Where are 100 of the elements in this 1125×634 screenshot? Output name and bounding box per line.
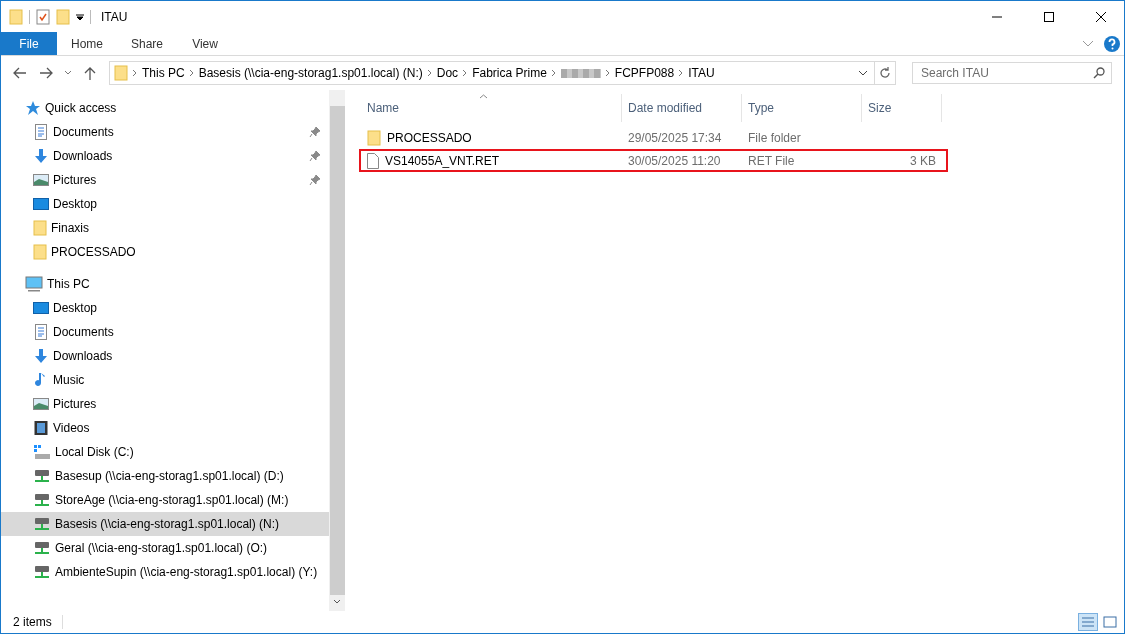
square-icon — [1103, 616, 1117, 628]
large-icons-view-button[interactable] — [1100, 613, 1120, 631]
sort-ascending-icon — [479, 94, 488, 99]
column-header[interactable]: Name — [361, 94, 622, 122]
nav-group-label[interactable]: This PC — [47, 277, 329, 291]
search-box[interactable]: Search ITAU — [912, 62, 1112, 84]
refresh-icon[interactable] — [879, 67, 891, 79]
pin-icon[interactable] — [309, 126, 321, 138]
window-title: ITAU — [101, 9, 129, 24]
properties-icon[interactable] — [36, 8, 50, 25]
file-row[interactable]: PROCESSADO 29/05/2025 17:34 File folder — [359, 126, 948, 149]
column-header[interactable]: Size — [862, 94, 942, 122]
monitor-icon — [25, 276, 43, 292]
breadcrumb-item[interactable]: ITAU — [684, 66, 719, 80]
breadcrumb-item[interactable]: Fabrica Prime — [468, 66, 551, 80]
ribbon-tab[interactable]: View — [177, 32, 234, 55]
nav-group-label[interactable]: Quick access — [45, 101, 329, 115]
folder-icon — [33, 244, 47, 260]
network-drive-icon — [33, 492, 51, 508]
close-icon — [1096, 11, 1106, 22]
chevron-icon — [678, 69, 685, 77]
maximize-icon — [1044, 11, 1054, 22]
chevron-icon — [426, 69, 433, 77]
nav-item[interactable]: Desktop — [1, 192, 329, 216]
network-drive-icon — [33, 540, 51, 556]
expand-ribbon-icon[interactable] — [1082, 39, 1094, 48]
column-header[interactable]: Date modified — [622, 94, 742, 122]
breadcrumb-item[interactable]: Basesis (\\cia-eng-storag1.sp01.local) (N:) — [194, 66, 427, 80]
date-modified: 30/05/2025 11:20 — [627, 153, 722, 168]
folder-icon — [56, 8, 70, 25]
nav-item[interactable]: Local Disk (C:) — [1, 440, 329, 464]
desktop-icon — [33, 300, 49, 316]
chevron-icon — [188, 69, 195, 77]
date-modified: 29/05/2025 17:34 — [627, 130, 723, 145]
pin-icon[interactable] — [309, 150, 321, 162]
nav-item[interactable]: Pictures — [1, 392, 329, 416]
nav-item[interactable]: Downloads — [1, 144, 329, 168]
down-arrow-icon — [33, 148, 49, 164]
folder-icon — [33, 220, 47, 236]
nav-item[interactable]: AmbienteSupin (\\cia-eng-storag1.sp01.local) (Y:) — [1, 560, 329, 584]
down-arrow-icon — [33, 348, 49, 364]
folder-icon — [9, 8, 23, 25]
search-icon[interactable] — [1093, 67, 1105, 79]
scrollbar[interactable] — [329, 90, 345, 611]
nav-item[interactable]: Geral (\\cia-eng-storag1.sp01.local) (O:) — [1, 536, 329, 560]
nav-item[interactable]: Music — [1, 368, 329, 392]
item-count: 2 items — [13, 615, 63, 629]
folder-icon — [114, 65, 128, 81]
picture-icon — [33, 396, 49, 412]
caret-icon — [64, 70, 72, 76]
file-size: 3 KB — [909, 153, 937, 168]
network-drive-icon — [33, 516, 51, 532]
file-name: PROCESSADO — [361, 129, 622, 146]
file-name: VS14055A_VNT.RET — [361, 152, 622, 169]
redacted-block — [560, 68, 601, 78]
nav-item[interactable]: Basesis (\\cia-eng-storag1.sp01.local) (N:) — [1, 512, 329, 536]
nav-item[interactable]: Documents — [1, 320, 329, 344]
chevron-icon — [462, 69, 469, 77]
breadcrumb-item[interactable]: This PC — [138, 66, 189, 80]
nav-item[interactable]: Basesup (\\cia-eng-storag1.sp01.local) (D:) — [1, 464, 329, 488]
chevron-icon — [132, 69, 138, 77]
drive-icon — [33, 444, 51, 460]
chevron-icon — [604, 69, 611, 77]
dropdown-icon[interactable] — [76, 12, 84, 21]
scroll-down-icon[interactable] — [333, 599, 341, 605]
file-type: File folder — [747, 130, 802, 145]
ribbon-tab[interactable]: File — [1, 32, 57, 55]
nav-item[interactable]: Desktop — [1, 296, 329, 320]
nav-item[interactable]: Downloads — [1, 344, 329, 368]
up-arrow-icon — [83, 66, 97, 80]
document-icon — [33, 124, 49, 140]
breadcrumb-item[interactable]: FCPFP088 — [610, 66, 679, 80]
file-type: RET File — [747, 153, 796, 168]
pin-icon[interactable] — [309, 174, 321, 186]
document-icon — [33, 324, 49, 340]
nav-item[interactable]: Videos — [1, 416, 329, 440]
ribbon-tab[interactable]: Home — [57, 32, 117, 55]
help-icon[interactable] — [1104, 35, 1120, 52]
dropdown-icon[interactable] — [858, 70, 868, 76]
right-arrow-icon — [39, 67, 53, 79]
file-icon — [367, 152, 379, 169]
network-drive-icon — [33, 468, 51, 484]
nav-item[interactable]: StoreAge (\\cia-eng-storag1.sp01.local) (M:) — [1, 488, 329, 512]
breadcrumb-item[interactable]: Doc — [432, 66, 463, 80]
list-icon — [1081, 616, 1095, 628]
left-arrow-icon — [13, 67, 27, 79]
desktop-icon — [33, 196, 49, 212]
picture-icon — [33, 172, 49, 188]
chevron-icon — [550, 69, 557, 77]
nav-item[interactable]: Documents — [1, 120, 329, 144]
folder-icon — [367, 129, 381, 146]
file-row[interactable]: VS14055A_VNT.RET 30/05/2025 11:20 RET File 3 KB — [359, 149, 948, 172]
nav-item[interactable]: Finaxis — [1, 216, 329, 240]
nav-item[interactable]: PROCESSADO — [1, 240, 329, 264]
film-icon — [33, 420, 49, 436]
column-header[interactable]: Type — [742, 94, 862, 122]
star-icon — [25, 100, 41, 116]
network-drive-icon — [33, 564, 51, 580]
ribbon-tab[interactable]: Share — [117, 32, 178, 55]
nav-item[interactable]: Pictures — [1, 168, 329, 192]
